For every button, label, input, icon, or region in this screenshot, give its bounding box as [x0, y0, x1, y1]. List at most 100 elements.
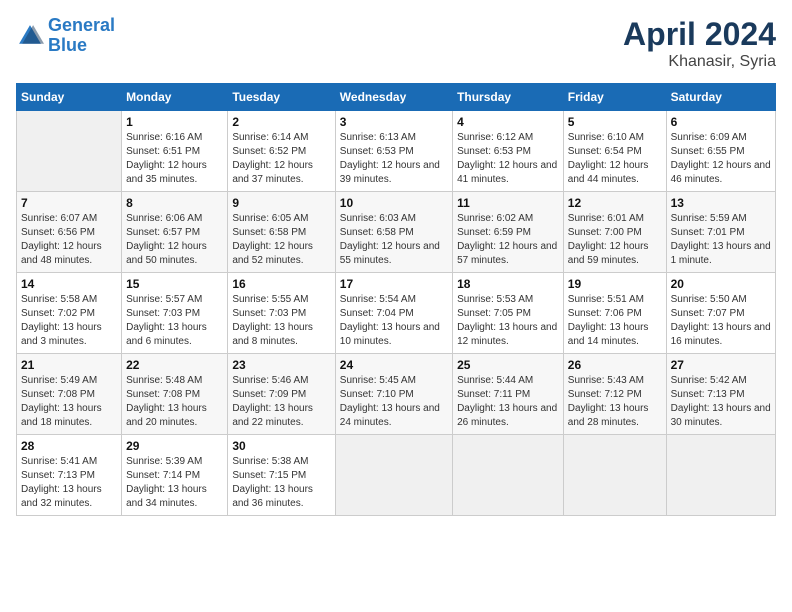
calendar-header: SundayMondayTuesdayWednesdayThursdayFrid…	[17, 84, 776, 111]
day-cell: 17 Sunrise: 5:54 AMSunset: 7:04 PMDaylig…	[335, 273, 452, 354]
day-number: 2	[232, 115, 330, 129]
day-info: Sunrise: 6:07 AMSunset: 6:56 PMDaylight:…	[21, 212, 117, 268]
day-info: Sunrise: 6:05 AMSunset: 6:58 PMDaylight:…	[232, 212, 330, 268]
day-cell: 20 Sunrise: 5:50 AMSunset: 7:07 PMDaylig…	[666, 273, 775, 354]
day-cell: 13 Sunrise: 5:59 AMSunset: 7:01 PMDaylig…	[666, 192, 775, 273]
day-number: 26	[568, 358, 662, 372]
day-cell: 10 Sunrise: 6:03 AMSunset: 6:58 PMDaylig…	[335, 192, 452, 273]
header-monday: Monday	[122, 84, 228, 111]
day-info: Sunrise: 5:59 AMSunset: 7:01 PMDaylight:…	[671, 212, 771, 268]
day-number: 17	[340, 277, 448, 291]
day-number: 19	[568, 277, 662, 291]
day-cell: 29 Sunrise: 5:39 AMSunset: 7:14 PMDaylig…	[122, 435, 228, 516]
week-row-4: 28 Sunrise: 5:41 AMSunset: 7:13 PMDaylig…	[17, 435, 776, 516]
day-number: 28	[21, 439, 117, 453]
day-cell: 3 Sunrise: 6:13 AMSunset: 6:53 PMDayligh…	[335, 111, 452, 192]
day-info: Sunrise: 5:46 AMSunset: 7:09 PMDaylight:…	[232, 374, 330, 430]
week-row-0: 1 Sunrise: 6:16 AMSunset: 6:51 PMDayligh…	[17, 111, 776, 192]
day-info: Sunrise: 5:54 AMSunset: 7:04 PMDaylight:…	[340, 293, 448, 349]
day-number: 18	[457, 277, 559, 291]
day-cell: 9 Sunrise: 6:05 AMSunset: 6:58 PMDayligh…	[228, 192, 335, 273]
day-number: 21	[21, 358, 117, 372]
day-cell	[17, 111, 122, 192]
main-title: April 2024	[623, 16, 776, 53]
day-number: 29	[126, 439, 223, 453]
subtitle: Khanasir, Syria	[623, 53, 776, 71]
header-thursday: Thursday	[453, 84, 564, 111]
day-info: Sunrise: 6:02 AMSunset: 6:59 PMDaylight:…	[457, 212, 559, 268]
day-cell: 21 Sunrise: 5:49 AMSunset: 7:08 PMDaylig…	[17, 354, 122, 435]
day-info: Sunrise: 6:14 AMSunset: 6:52 PMDaylight:…	[232, 131, 330, 187]
day-info: Sunrise: 6:09 AMSunset: 6:55 PMDaylight:…	[671, 131, 771, 187]
header-row: SundayMondayTuesdayWednesdayThursdayFrid…	[17, 84, 776, 111]
day-cell: 4 Sunrise: 6:12 AMSunset: 6:53 PMDayligh…	[453, 111, 564, 192]
day-cell: 22 Sunrise: 5:48 AMSunset: 7:08 PMDaylig…	[122, 354, 228, 435]
day-number: 11	[457, 196, 559, 210]
day-number: 8	[126, 196, 223, 210]
day-cell: 30 Sunrise: 5:38 AMSunset: 7:15 PMDaylig…	[228, 435, 335, 516]
day-number: 1	[126, 115, 223, 129]
logo-icon	[16, 22, 44, 50]
day-info: Sunrise: 6:12 AMSunset: 6:53 PMDaylight:…	[457, 131, 559, 187]
day-cell: 27 Sunrise: 5:42 AMSunset: 7:13 PMDaylig…	[666, 354, 775, 435]
day-info: Sunrise: 6:16 AMSunset: 6:51 PMDaylight:…	[126, 131, 223, 187]
day-cell: 2 Sunrise: 6:14 AMSunset: 6:52 PMDayligh…	[228, 111, 335, 192]
day-info: Sunrise: 6:01 AMSunset: 7:00 PMDaylight:…	[568, 212, 662, 268]
day-number: 4	[457, 115, 559, 129]
title-block: April 2024 Khanasir, Syria	[623, 16, 776, 71]
page-header: General Blue April 2024 Khanasir, Syria	[16, 16, 776, 71]
day-info: Sunrise: 5:48 AMSunset: 7:08 PMDaylight:…	[126, 374, 223, 430]
day-info: Sunrise: 5:42 AMSunset: 7:13 PMDaylight:…	[671, 374, 771, 430]
day-info: Sunrise: 5:49 AMSunset: 7:08 PMDaylight:…	[21, 374, 117, 430]
week-row-3: 21 Sunrise: 5:49 AMSunset: 7:08 PMDaylig…	[17, 354, 776, 435]
day-cell	[453, 435, 564, 516]
logo: General Blue	[16, 16, 115, 56]
day-cell: 28 Sunrise: 5:41 AMSunset: 7:13 PMDaylig…	[17, 435, 122, 516]
day-cell: 1 Sunrise: 6:16 AMSunset: 6:51 PMDayligh…	[122, 111, 228, 192]
day-number: 24	[340, 358, 448, 372]
day-cell: 8 Sunrise: 6:06 AMSunset: 6:57 PMDayligh…	[122, 192, 228, 273]
header-tuesday: Tuesday	[228, 84, 335, 111]
day-cell: 6 Sunrise: 6:09 AMSunset: 6:55 PMDayligh…	[666, 111, 775, 192]
day-info: Sunrise: 5:51 AMSunset: 7:06 PMDaylight:…	[568, 293, 662, 349]
logo-blue: Blue	[48, 35, 87, 55]
day-info: Sunrise: 6:06 AMSunset: 6:57 PMDaylight:…	[126, 212, 223, 268]
day-number: 6	[671, 115, 771, 129]
day-cell: 12 Sunrise: 6:01 AMSunset: 7:00 PMDaylig…	[563, 192, 666, 273]
day-info: Sunrise: 6:03 AMSunset: 6:58 PMDaylight:…	[340, 212, 448, 268]
header-saturday: Saturday	[666, 84, 775, 111]
day-info: Sunrise: 5:58 AMSunset: 7:02 PMDaylight:…	[21, 293, 117, 349]
day-info: Sunrise: 5:50 AMSunset: 7:07 PMDaylight:…	[671, 293, 771, 349]
day-number: 16	[232, 277, 330, 291]
header-sunday: Sunday	[17, 84, 122, 111]
day-cell: 24 Sunrise: 5:45 AMSunset: 7:10 PMDaylig…	[335, 354, 452, 435]
day-info: Sunrise: 5:45 AMSunset: 7:10 PMDaylight:…	[340, 374, 448, 430]
day-cell: 11 Sunrise: 6:02 AMSunset: 6:59 PMDaylig…	[453, 192, 564, 273]
day-info: Sunrise: 5:53 AMSunset: 7:05 PMDaylight:…	[457, 293, 559, 349]
day-number: 15	[126, 277, 223, 291]
day-cell	[563, 435, 666, 516]
day-cell: 5 Sunrise: 6:10 AMSunset: 6:54 PMDayligh…	[563, 111, 666, 192]
day-number: 14	[21, 277, 117, 291]
day-number: 10	[340, 196, 448, 210]
day-cell: 18 Sunrise: 5:53 AMSunset: 7:05 PMDaylig…	[453, 273, 564, 354]
day-cell: 16 Sunrise: 5:55 AMSunset: 7:03 PMDaylig…	[228, 273, 335, 354]
day-number: 25	[457, 358, 559, 372]
day-cell: 19 Sunrise: 5:51 AMSunset: 7:06 PMDaylig…	[563, 273, 666, 354]
day-number: 9	[232, 196, 330, 210]
day-cell	[335, 435, 452, 516]
day-info: Sunrise: 5:39 AMSunset: 7:14 PMDaylight:…	[126, 455, 223, 511]
day-cell: 26 Sunrise: 5:43 AMSunset: 7:12 PMDaylig…	[563, 354, 666, 435]
day-number: 23	[232, 358, 330, 372]
day-info: Sunrise: 5:44 AMSunset: 7:11 PMDaylight:…	[457, 374, 559, 430]
day-cell: 25 Sunrise: 5:44 AMSunset: 7:11 PMDaylig…	[453, 354, 564, 435]
week-row-2: 14 Sunrise: 5:58 AMSunset: 7:02 PMDaylig…	[17, 273, 776, 354]
calendar-body: 1 Sunrise: 6:16 AMSunset: 6:51 PMDayligh…	[17, 111, 776, 516]
day-number: 7	[21, 196, 117, 210]
day-info: Sunrise: 6:10 AMSunset: 6:54 PMDaylight:…	[568, 131, 662, 187]
day-info: Sunrise: 5:38 AMSunset: 7:15 PMDaylight:…	[232, 455, 330, 511]
day-info: Sunrise: 6:13 AMSunset: 6:53 PMDaylight:…	[340, 131, 448, 187]
day-info: Sunrise: 5:43 AMSunset: 7:12 PMDaylight:…	[568, 374, 662, 430]
day-number: 22	[126, 358, 223, 372]
day-cell: 7 Sunrise: 6:07 AMSunset: 6:56 PMDayligh…	[17, 192, 122, 273]
